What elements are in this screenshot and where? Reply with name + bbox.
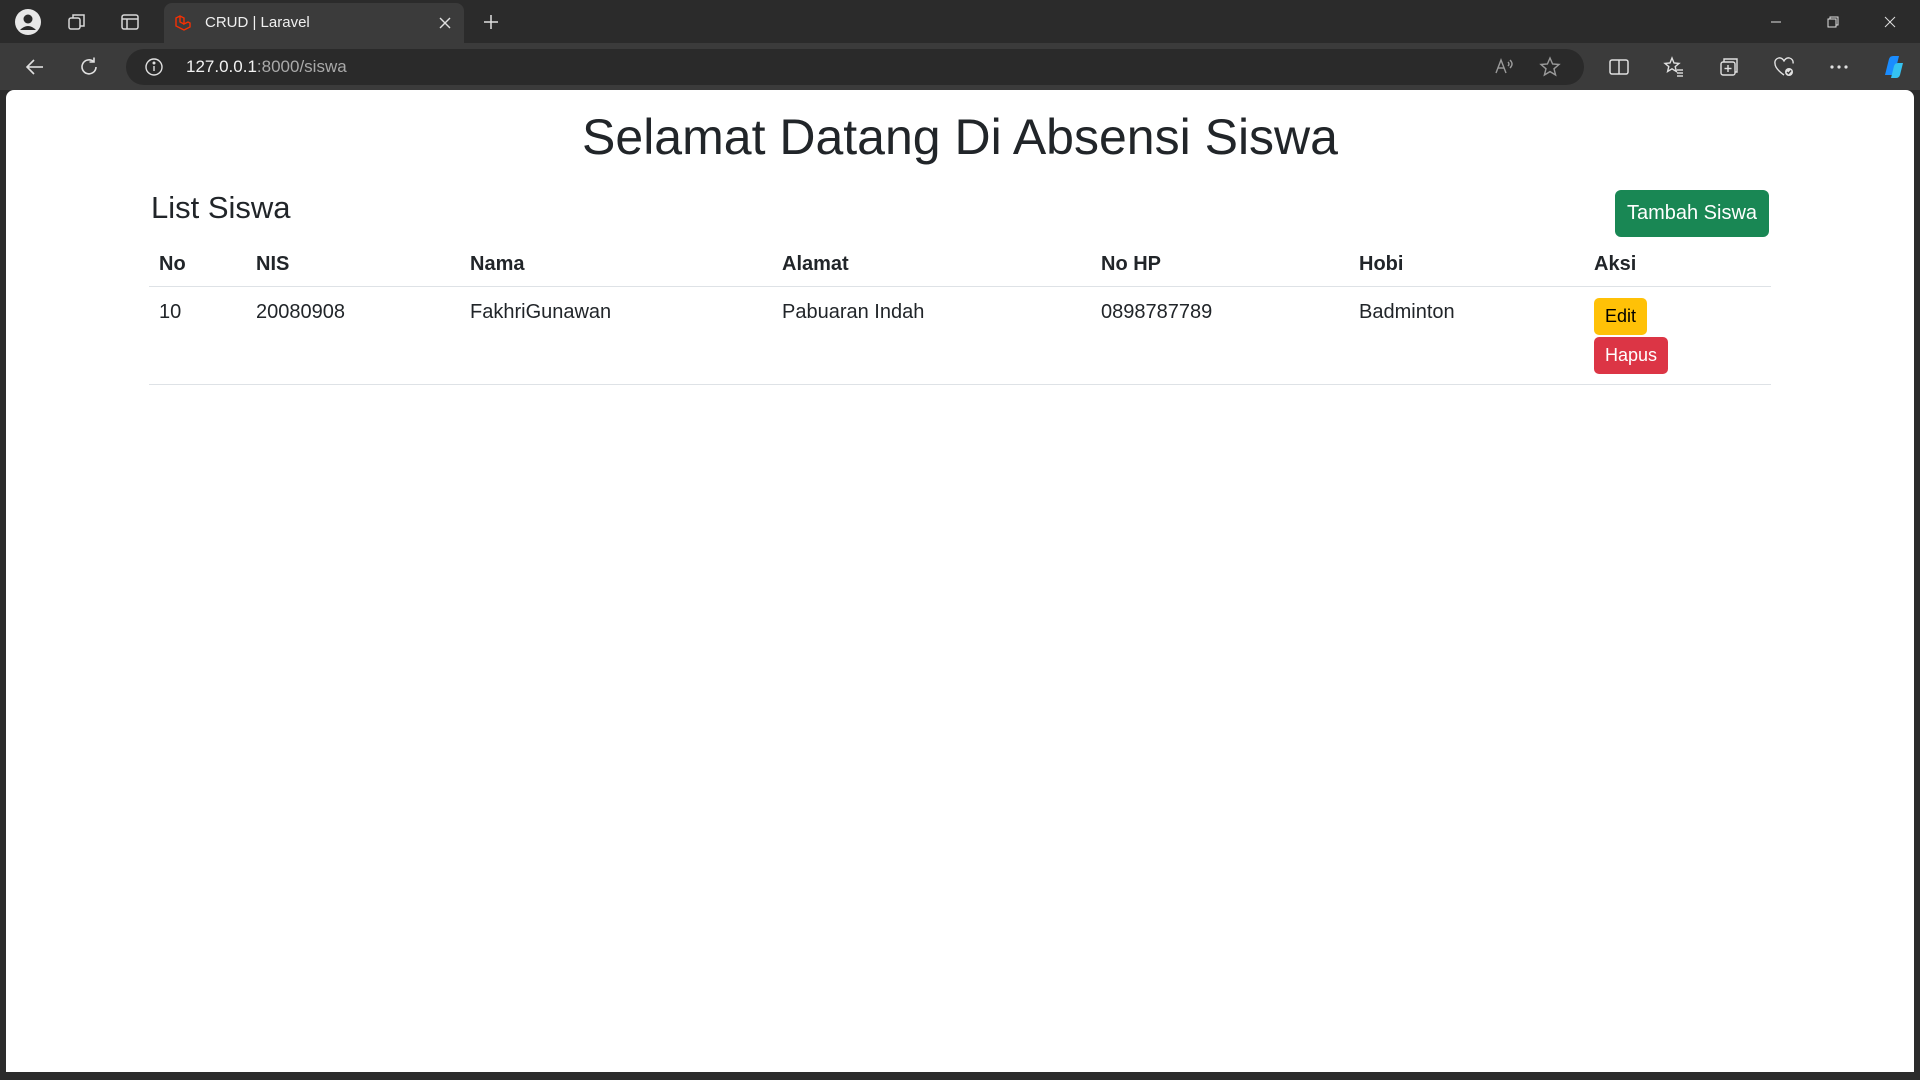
browser-toolbar: 127.0.0.1:8000/siswa [0,43,1920,90]
cell-nis: 20080908 [246,286,460,385]
column-header-alamat: Alamat [772,242,1091,287]
delete-button[interactable]: Hapus [1594,337,1669,374]
vertical-tabs-icon[interactable] [115,7,145,37]
student-table: No NIS Nama Alamat No HP Hobi Aksi 10 20… [149,242,1771,385]
browser-window: CRUD | Laravel 127.0.0.1:8000/siswa Sela… [0,0,1920,1080]
edit-button[interactable]: Edit [1594,298,1648,335]
url-host: 127.0.0.1 [186,57,257,76]
close-window-button[interactable] [1862,0,1918,43]
workspaces-icon[interactable] [62,7,92,37]
page-title: Selamat Datang Di Absensi Siswa [582,109,1338,165]
cell-no-hp: 0898787789 [1091,286,1349,385]
table-row: 10 20080908 FakhriGunawan Pabuaran Indah… [149,286,1771,385]
site-info-icon[interactable] [144,57,164,77]
restore-button[interactable] [1805,0,1861,43]
address-bar[interactable]: 127.0.0.1:8000/siswa [126,49,1584,85]
url-path: :8000/siswa [256,57,347,76]
page-viewport: Selamat Datang Di Absensi Siswa List Sis… [6,90,1914,1072]
tab-strip: CRUD | Laravel [0,0,1920,43]
tab-active[interactable]: CRUD | Laravel [164,3,464,43]
column-header-nis: NIS [246,242,460,287]
tab-title: CRUD | Laravel [205,14,310,31]
favorites-icon[interactable] [1658,51,1690,83]
cell-hobi: Badminton [1349,286,1584,385]
more-options-icon[interactable] [1823,51,1855,83]
column-header-aksi: Aksi [1584,242,1771,287]
new-tab-button[interactable] [476,7,506,37]
column-header-hobi: Hobi [1349,242,1584,287]
cell-nama: FakhriGunawan [460,286,772,385]
column-header-no-hp: No HP [1091,242,1349,287]
column-header-nama: Nama [460,242,772,287]
add-student-button[interactable]: Tambah Siswa [1615,190,1769,237]
table-header-row: No NIS Nama Alamat No HP Hobi Aksi [149,242,1771,287]
split-screen-icon[interactable] [1603,51,1635,83]
back-arrow-icon[interactable] [19,51,51,83]
cell-no: 10 [149,286,246,385]
section-title: List Siswa [151,190,291,225]
minimize-button[interactable] [1748,0,1804,43]
cell-alamat: Pabuaran Indah [772,286,1091,385]
profile-icon[interactable] [13,7,43,37]
read-aloud-icon[interactable] [1490,53,1518,81]
copilot-icon[interactable] [1877,51,1909,83]
refresh-icon[interactable] [73,51,105,83]
collections-icon[interactable] [1713,51,1745,83]
favorite-star-icon[interactable] [1536,53,1564,81]
laravel-logo-icon [174,14,192,32]
close-tab-icon[interactable] [434,12,456,34]
url-text: 127.0.0.1:8000/siswa [186,57,347,77]
browser-essentials-icon[interactable] [1768,51,1800,83]
cell-actions: Edit Hapus [1584,286,1771,385]
column-header-no: No [149,242,246,287]
